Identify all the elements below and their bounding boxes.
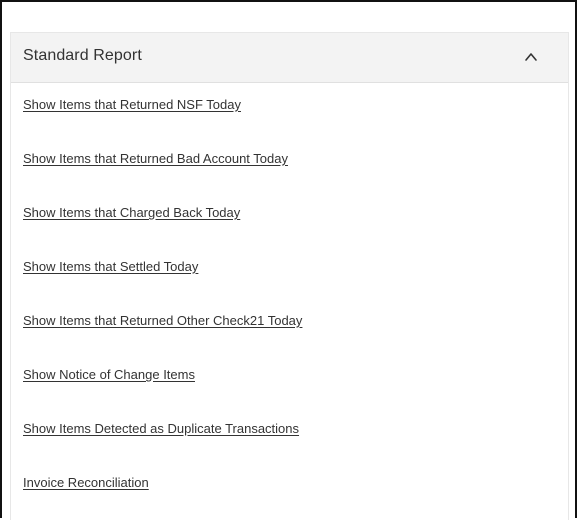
link-returned-nsf-today[interactable]: Show Items that Returned NSF Today	[23, 97, 241, 112]
link-charged-back-today[interactable]: Show Items that Charged Back Today	[23, 205, 240, 220]
link-returned-other-check21-today[interactable]: Show Items that Returned Other Check21 T…	[23, 313, 302, 328]
panel-title: Standard Report	[23, 47, 142, 64]
window-frame: Standard Report Show Items that Returned…	[0, 0, 577, 520]
chevron-up-icon[interactable]	[524, 50, 538, 64]
standard-report-panel: Standard Report Show Items that Returned…	[10, 32, 569, 520]
link-invoice-reconciliation[interactable]: Invoice Reconciliation	[23, 475, 149, 490]
link-returned-bad-account-today[interactable]: Show Items that Returned Bad Account Tod…	[23, 151, 288, 166]
link-notice-of-change-items[interactable]: Show Notice of Change Items	[23, 367, 195, 382]
link-duplicate-transactions[interactable]: Show Items Detected as Duplicate Transac…	[23, 421, 299, 436]
link-settled-today[interactable]: Show Items that Settled Today	[23, 259, 198, 274]
standard-report-header[interactable]: Standard Report	[11, 33, 568, 83]
